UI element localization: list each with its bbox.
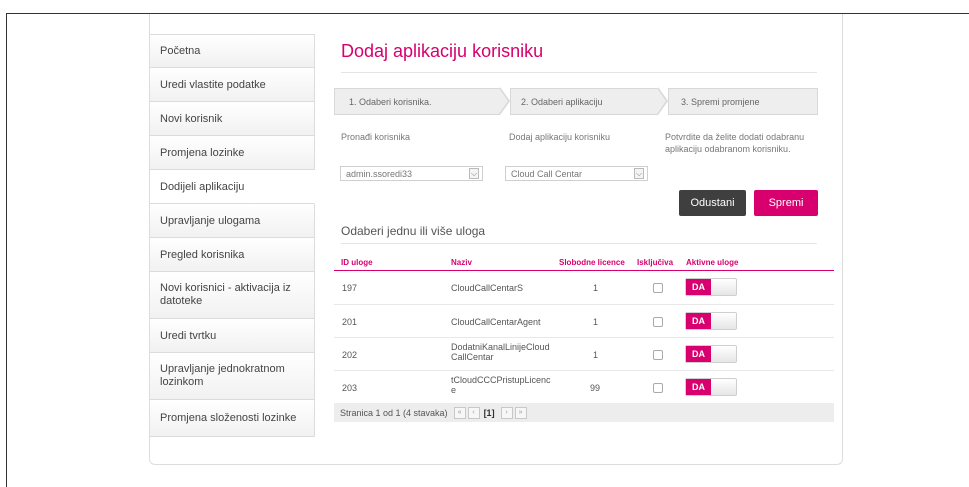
sidebar-item-novi-korisnik[interactable]: Novi korisnik <box>149 102 315 136</box>
find-user-label: Pronađi korisnika <box>341 132 411 142</box>
wizard-step-1-label: 1. Odaberi korisnika. <box>349 96 432 107</box>
sidebar-item-pocetna[interactable]: Početna <box>149 34 315 68</box>
left-icon[interactable]: ‹ <box>467 406 480 419</box>
col-header-active-roles: Aktivne uloge <box>686 258 739 267</box>
pagination-current-page[interactable]: [1] <box>484 408 495 418</box>
role-licenses: 1 <box>593 350 599 360</box>
toggle-on-label: DA <box>686 379 711 395</box>
roles-heading: Odaberi jednu ili više uloga <box>341 224 486 238</box>
user-select-value: admin.ssoredi33 <box>346 168 413 179</box>
table-row: 197 CloudCallCentarS 1 DA <box>334 271 834 305</box>
toggle-on-label: DA <box>686 313 711 329</box>
role-name: tCloudCCCPristupLicenc e <box>451 375 551 395</box>
col-header-name: Naziv <box>451 258 472 267</box>
exclusive-checkbox[interactable] <box>653 350 663 360</box>
sidebar-item-pregled-korisnika[interactable]: Pregled korisnika <box>149 238 315 272</box>
double-right-icon[interactable]: » <box>514 406 527 419</box>
save-button[interactable]: Spremi <box>754 190 818 216</box>
wizard-step-3: 3. Spremi promjene <box>668 88 818 115</box>
wizard-step-1: 1. Odaberi korisnika. <box>334 88 500 115</box>
role-licenses: 1 <box>593 317 599 327</box>
col-header-exclusive: Isključiva <box>637 258 674 267</box>
table-row: 202 DodatniKanalLinijeCloud CallCentar 1… <box>334 338 834 371</box>
col-header-id: ID uloge <box>341 258 373 267</box>
active-role-toggle[interactable]: DA <box>685 378 737 396</box>
pagination-summary: Stranica 1 od 1 (4 stavaka) <box>340 407 448 418</box>
exclusive-checkbox[interactable] <box>653 383 663 393</box>
user-select[interactable]: admin.ssoredi33 ⌵ <box>340 166 483 181</box>
app-select[interactable]: Cloud Call Centar ⌵ <box>505 166 648 181</box>
chevron-down-icon[interactable]: ⌵ <box>634 168 644 179</box>
step-separator-fill <box>499 88 508 114</box>
wizard-steps: 1. Odaberi korisnika. 2. Odaberi aplikac… <box>334 87 818 115</box>
wizard-step-2: 2. Odaberi aplikaciju <box>510 88 658 115</box>
sidebar-item-slozenost-lozinke[interactable]: Promjena složenosti lozinke <box>149 400 315 437</box>
wizard-step-3-label: 3. Spremi promjene <box>681 96 760 107</box>
right-icon[interactable]: › <box>500 406 513 419</box>
toggle-on-label: DA <box>686 346 711 362</box>
step-separator-fill <box>657 88 666 114</box>
chevron-down-icon[interactable]: ⌵ <box>469 168 479 179</box>
role-id: 202 <box>342 350 358 360</box>
table-row: 201 CloudCallCentarAgent 1 DA <box>334 305 834 338</box>
active-role-toggle[interactable]: DA <box>685 345 737 363</box>
role-id: 201 <box>342 317 358 327</box>
role-id: 203 <box>342 383 358 393</box>
page-title: Dodaj aplikaciju korisniku <box>341 41 544 61</box>
col-header-licenses: Slobodne licence <box>559 258 625 267</box>
double-left-icon[interactable]: « <box>453 406 466 419</box>
sidebar-item-uredi-tvrtku[interactable]: Uredi tvrtku <box>149 319 315 353</box>
role-id: 197 <box>342 283 358 293</box>
table-row: 203 tCloudCCCPristupLicenc e 99 DA <box>334 371 834 403</box>
sidebar-item-uredi-podatke[interactable]: Uredi vlastite podatke <box>149 68 315 102</box>
sidebar-nav: Početna Uredi vlastite podatke Novi kori… <box>149 34 315 437</box>
role-licenses: 1 <box>593 283 599 293</box>
role-licenses: 99 <box>590 383 601 393</box>
active-role-toggle[interactable]: DA <box>685 312 737 330</box>
role-name: CloudCallCentarAgent <box>451 317 541 327</box>
sidebar-item-jednokratna-lozinka[interactable]: Upravljanje jednokratnom lozinkom <box>149 353 315 400</box>
toggle-on-label: DA <box>686 279 711 295</box>
exclusive-checkbox[interactable] <box>653 283 663 293</box>
title-divider <box>341 72 817 73</box>
confirm-text: Potvrdite da želite dodati odabranu apli… <box>665 132 805 154</box>
role-name: DodatniKanalLinijeCloud CallCentar <box>451 342 550 362</box>
active-role-toggle[interactable]: DA <box>685 278 737 296</box>
add-app-label: Dodaj aplikaciju korisniku <box>509 132 611 142</box>
app-select-value: Cloud Call Centar <box>511 168 583 179</box>
exclusive-checkbox[interactable] <box>653 317 663 327</box>
wizard-step-2-label: 2. Odaberi aplikaciju <box>521 96 603 107</box>
pagination-bar: Stranica 1 od 1 (4 stavaka) « ‹ [1] › » <box>334 403 834 422</box>
sidebar-item-aktivacija-iz-datoteke[interactable]: Novi korisnici - aktivacija iz datoteke <box>149 272 315 319</box>
roles-divider <box>341 243 817 244</box>
sidebar-item-promjena-lozinke[interactable]: Promjena lozinke <box>149 136 315 170</box>
cancel-button[interactable]: Odustani <box>679 190 746 216</box>
sidebar-item-dodijeli-aplikaciju[interactable]: Dodijeli aplikaciju <box>149 170 315 204</box>
sidebar-item-upravljanje-ulogama[interactable]: Upravljanje ulogama <box>149 204 315 238</box>
role-name: CloudCallCentarS <box>451 283 524 293</box>
